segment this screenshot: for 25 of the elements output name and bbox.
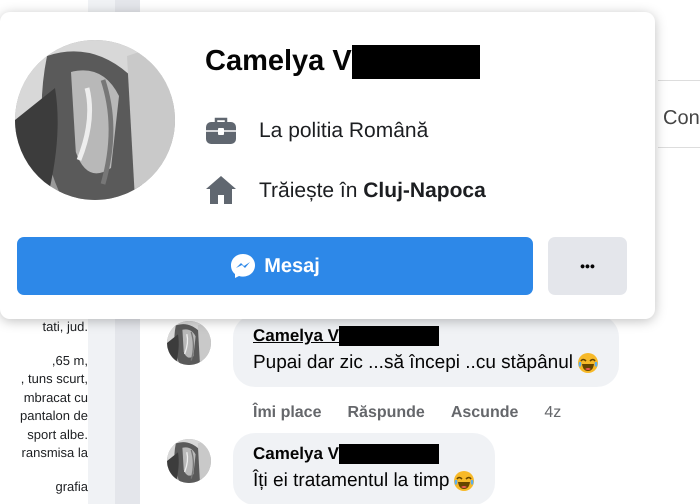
action-link[interactable]: Îmi place (253, 401, 322, 425)
author-link[interactable]: Camelya V (253, 323, 339, 348)
comment-text: Pupai dar zic ...să începi ..cu stăpânul (253, 350, 574, 374)
text-line: pantalon de (20, 408, 88, 423)
messenger-icon (230, 253, 256, 279)
text-line: mbracat cu (24, 390, 88, 404)
comment-time: 4z (544, 403, 562, 423)
text-line: , tuns scurt, (20, 371, 88, 386)
text-line: ,65 m, (52, 352, 88, 368)
side-button[interactable]: Con (658, 80, 700, 148)
action-link[interactable]: Răspunde (347, 401, 425, 425)
author-link[interactable]: Camelya V (253, 441, 339, 466)
briefcase-icon (205, 116, 237, 146)
house-icon (205, 175, 237, 206)
detail-text: Trăiește în Cluj-Napoca (259, 178, 486, 204)
detail-text: La politia Română (259, 118, 428, 144)
text-line: grafia (55, 478, 88, 494)
message-button[interactable]: Mesaj (17, 237, 533, 295)
action-link[interactable]: Ascunde (450, 401, 518, 425)
text-line: ransmisa la (22, 445, 88, 460)
more-button[interactable]: ••• (548, 237, 627, 295)
text-line: tati, jud. (42, 319, 88, 334)
text-line: sport albe. (27, 426, 88, 442)
profile-name[interactable]: Camelya V (205, 40, 352, 84)
comment-text: Îți ei tratamentul la timp (253, 468, 450, 492)
